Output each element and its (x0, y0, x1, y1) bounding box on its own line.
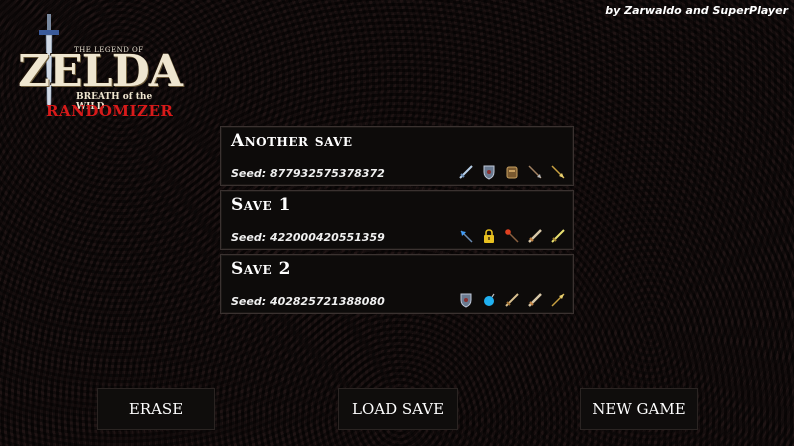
sword-icon (457, 163, 475, 181)
lock-icon (480, 227, 498, 245)
claymore-icon (526, 291, 544, 309)
save-items (457, 291, 567, 309)
save-name: Save 1 (231, 195, 291, 215)
claymore-icon (526, 227, 544, 245)
save-items (457, 163, 567, 181)
spear-icon (549, 163, 567, 181)
spear-icon (549, 291, 567, 309)
save-seed: Seed: 402825721388080 (231, 295, 385, 308)
credit-text: by Zarwaldo and SuperPlayer (605, 4, 788, 17)
save-slot-1[interactable]: Save 1 Seed: 422000420551359 (220, 190, 574, 250)
armor-icon (503, 163, 521, 181)
erase-button[interactable]: ERASE (97, 388, 215, 430)
ice-arrow-icon (457, 227, 475, 245)
logo-edition: RANDOMIZER (46, 102, 174, 120)
logo-title: ZELDA (18, 46, 183, 97)
save-name: Another save (231, 131, 353, 151)
load-save-button[interactable]: LOAD SAVE (338, 388, 458, 430)
zelda-randomizer-logo: THE LEGEND OF ZELDA BREATH of the WILD R… (14, 12, 183, 120)
save-list: Another save Seed: 877932575378372 Save … (220, 126, 574, 318)
new-game-button[interactable]: NEW GAME (580, 388, 698, 430)
save-name: Save 2 (231, 259, 291, 279)
save-items (457, 227, 567, 245)
fire-arrow-icon (503, 227, 521, 245)
save-seed: Seed: 877932575378372 (231, 167, 385, 180)
blade-icon (549, 227, 567, 245)
save-seed: Seed: 422000420551359 (231, 231, 385, 244)
shield-icon (457, 291, 475, 309)
save-slot-2[interactable]: Save 2 Seed: 402825721388080 (220, 254, 574, 314)
shield-icon (480, 163, 498, 181)
bomb-icon (480, 291, 498, 309)
arrow-icon (526, 163, 544, 181)
sword-icon (503, 291, 521, 309)
save-slot-0[interactable]: Another save Seed: 877932575378372 (220, 126, 574, 186)
